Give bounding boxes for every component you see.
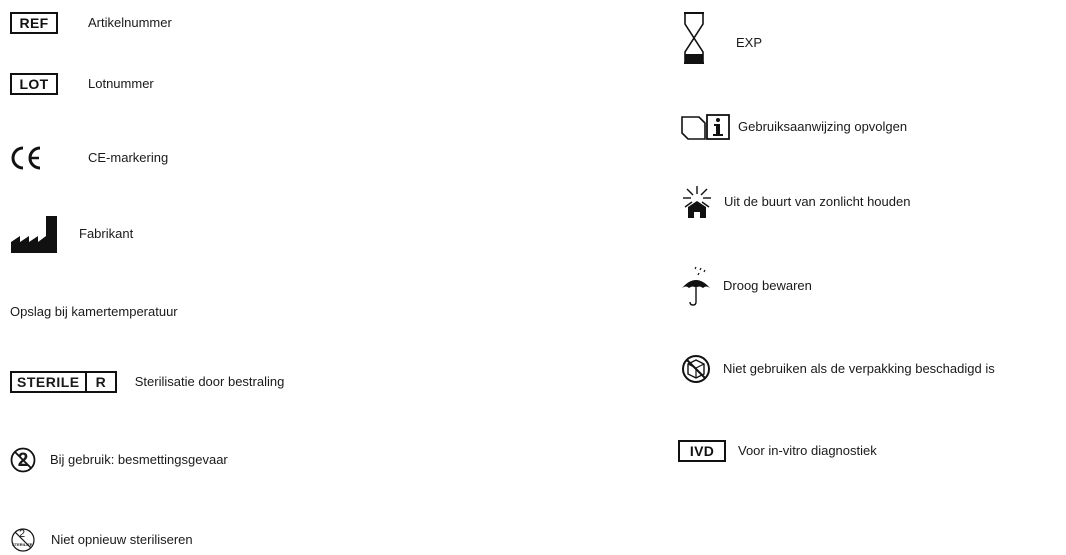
do-not-resterilize-text: STERILIZE — [12, 542, 33, 547]
legend-item-ref: REF Artikelnummer — [10, 12, 172, 34]
keep-away-sunlight-icon — [682, 185, 712, 219]
legend-item-do-not-reuse: 2 Bij gebruik: besmettingsgevaar — [10, 447, 228, 473]
legend-item-lot: LOT Lotnummer — [10, 73, 154, 95]
legend-item-sterile-r: STERILE R Sterilisatie door bestraling — [10, 371, 284, 393]
legend-label: Bij gebruik: besmettingsgevaar — [50, 452, 228, 467]
legend-label: Droog bewaren — [723, 278, 812, 293]
do-not-reuse-icon: 2 — [10, 447, 36, 473]
ref-symbol: REF — [10, 12, 58, 34]
instructions-icon — [681, 114, 731, 140]
legend-label: Uit de buurt van zonlicht houden — [724, 194, 911, 209]
legend-label: Sterilisatie door bestraling — [134, 374, 285, 389]
keep-dry-icon — [681, 266, 711, 306]
legend-item-ivd: IVD Voor in-vitro diagnostiek — [678, 440, 877, 462]
symbol-legend-page: { "left_column": [ {"symbol": "REF", "la… — [0, 0, 1066, 555]
sterile-r-symbol: STERILE R — [10, 371, 117, 393]
sterile-text: STERILE — [17, 374, 80, 390]
ivd-symbol: IVD — [678, 440, 726, 462]
legend-label: Voor in-vitro diagnostiek — [738, 443, 877, 458]
legend-item-room-temperature: Opslag bij kamertemperatuur — [10, 304, 178, 320]
legend-label: Gebruiksaanwijzing opvolgen — [738, 119, 908, 134]
hourglass-icon — [681, 12, 707, 64]
legend-label: Niet gebruiken als de verpakking beschad… — [723, 361, 995, 376]
legend-item-do-not-resterilize: 2 STERILIZE Niet opnieuw steriliseren — [10, 528, 193, 552]
legend-label: Fabrikant — [79, 226, 134, 241]
ce-mark-icon — [10, 145, 58, 171]
sterile-r-text: R — [84, 373, 115, 391]
legend-item-manufacturer: Fabrikant — [10, 214, 133, 254]
lot-symbol: LOT — [10, 73, 58, 95]
legend-item-keep-dry: Droog bewaren — [681, 266, 812, 306]
do-not-resterilize-glyph: 2 — [19, 528, 26, 540]
legend-label: Lotnummer — [88, 76, 154, 91]
legend-label: Artikelnummer — [88, 15, 172, 30]
legend-label: Opslag bij kamertemperatuur — [10, 304, 178, 319]
legend-item-ce: CE-markering — [10, 145, 168, 171]
legend-label: EXP — [736, 35, 763, 50]
do-not-resterilize-icon: 2 STERILIZE — [10, 528, 36, 552]
legend-label: Niet opnieuw steriliseren — [51, 532, 193, 547]
legend-item-instructions: Gebruiksaanwijzing opvolgen — [681, 114, 907, 140]
legend-item-damaged-package: Niet gebruiken als de verpakking beschad… — [681, 354, 995, 384]
legend-label: CE-markering — [88, 150, 169, 165]
legend-item-keep-away-sunlight: Uit de buurt van zonlicht houden — [682, 185, 910, 219]
damaged-package-icon — [681, 354, 711, 384]
do-not-reuse-glyph: 2 — [17, 449, 29, 471]
manufacturer-icon — [10, 214, 58, 254]
legend-item-exp: EXP — [681, 12, 762, 64]
